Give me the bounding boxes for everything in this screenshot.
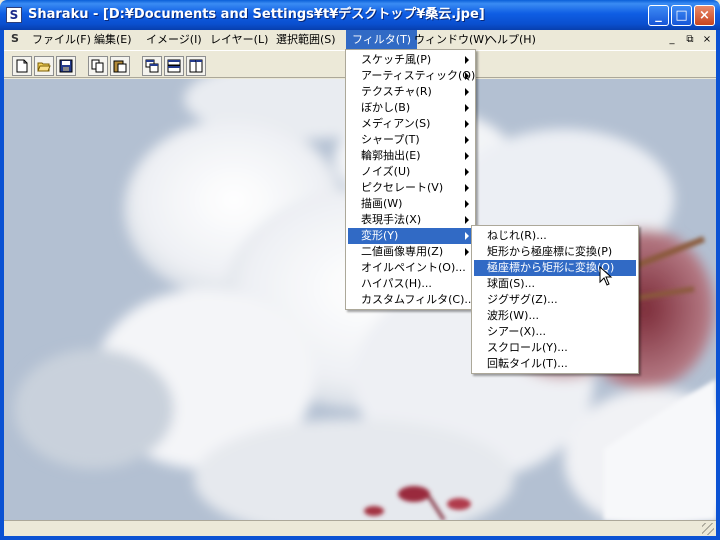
- mdi-close-button[interactable]: ×: [699, 33, 715, 47]
- document-icon[interactable]: S: [8, 32, 22, 46]
- tile-horizontal-button[interactable]: [164, 56, 184, 76]
- submenu-arrow-icon: [465, 88, 469, 96]
- transform-submenu: ねじれ(R)... 矩形から極座標に変換(P) 極座標から矩形に変換(Q) 球面…: [471, 225, 639, 374]
- submenu-arrow-icon: [465, 168, 469, 176]
- submenu-arrow-icon: [465, 136, 469, 144]
- copy-button[interactable]: [88, 56, 108, 76]
- submenu-arrow-icon: [465, 216, 469, 224]
- menu-edit[interactable]: 編集(E): [88, 30, 138, 49]
- submenu-arrow-icon: [465, 152, 469, 160]
- window-border-bottom: [0, 536, 720, 540]
- new-file-icon: [16, 59, 28, 73]
- submenu-arrow-icon: [465, 56, 469, 64]
- tile-vertical-icon: [189, 59, 203, 73]
- cascade-windows-icon: [145, 59, 159, 73]
- menu-help[interactable]: ヘルプ(H): [480, 30, 542, 49]
- minimize-button[interactable]: _: [648, 5, 669, 26]
- title-bar: S Sharaku - [D:¥Documents and Settings¥t…: [0, 0, 720, 30]
- transform-menu-item[interactable]: ねじれ(R)...: [474, 228, 636, 244]
- menu-filter[interactable]: フィルタ(T): [346, 30, 418, 49]
- submenu-arrow-icon: [465, 72, 469, 80]
- menu-file[interactable]: ファイル(F): [26, 30, 97, 49]
- tile-horizontal-icon: [167, 59, 181, 73]
- transform-menu-item[interactable]: 矩形から極座標に変換(P): [474, 244, 636, 260]
- window-title: Sharaku - [D:¥Documents and Settings¥t¥デ…: [28, 7, 485, 22]
- mdi-minimize-button[interactable]: _: [664, 33, 680, 47]
- menu-selection[interactable]: 選択範囲(S): [270, 30, 342, 49]
- transform-menu-item[interactable]: シアー(X)...: [474, 324, 636, 340]
- mouse-pointer-icon: [599, 266, 613, 286]
- filter-menu-item[interactable]: メディアン(S): [348, 116, 473, 132]
- submenu-arrow-icon: [465, 232, 469, 240]
- resize-grip-icon[interactable]: [702, 523, 714, 535]
- filter-menu-item[interactable]: ノイズ(U): [348, 164, 473, 180]
- filter-menu-item[interactable]: シャープ(T): [348, 132, 473, 148]
- filter-menu-item[interactable]: ピクセレート(V): [348, 180, 473, 196]
- filter-menu-item[interactable]: ハイパス(H)...: [348, 276, 473, 292]
- tile-vertical-button[interactable]: [186, 56, 206, 76]
- cascade-windows-button[interactable]: [142, 56, 162, 76]
- submenu-arrow-icon: [465, 184, 469, 192]
- filter-menu-item[interactable]: 二値画像専用(Z): [348, 244, 473, 260]
- filter-menu-item[interactable]: 描画(W): [348, 196, 473, 212]
- filter-menu-item[interactable]: 表現手法(X): [348, 212, 473, 228]
- filter-menu-item[interactable]: カスタムフィルタ(C)...: [348, 292, 475, 308]
- filter-menu-item[interactable]: オイルペイント(O)...: [348, 260, 473, 276]
- status-bar: [4, 520, 716, 536]
- submenu-arrow-icon: [465, 104, 469, 112]
- copy-icon: [91, 59, 104, 73]
- save-button[interactable]: [56, 56, 76, 76]
- filter-menu-item[interactable]: テクスチャ(R): [348, 84, 473, 100]
- filter-menu: スケッチ風(P) アーティスティック(Q) テクスチャ(R) ぼかし(B) メデ…: [345, 49, 476, 310]
- window-border-right: [716, 30, 720, 536]
- save-disk-icon: [59, 59, 73, 73]
- submenu-arrow-icon: [465, 248, 469, 256]
- menu-image[interactable]: イメージ(I): [140, 30, 208, 49]
- open-file-button[interactable]: [34, 56, 54, 76]
- open-folder-icon: [37, 62, 51, 72]
- transform-menu-item[interactable]: ジグザグ(Z)...: [474, 292, 636, 308]
- paste-button[interactable]: [110, 56, 130, 76]
- transform-menu-item[interactable]: 波形(W)...: [474, 308, 636, 324]
- filter-menu-item[interactable]: ぼかし(B): [348, 100, 473, 116]
- menu-bar: S ファイル(F) 編集(E) イメージ(I) レイヤー(L) 選択範囲(S) …: [4, 30, 716, 49]
- filter-menu-item[interactable]: スケッチ風(P): [348, 52, 473, 68]
- menu-layer[interactable]: レイヤー(L): [204, 30, 274, 49]
- submenu-arrow-icon: [465, 200, 469, 208]
- filter-menu-item-transform[interactable]: 変形(Y): [348, 228, 473, 244]
- transform-menu-item[interactable]: 回転タイル(T)...: [474, 356, 636, 372]
- submenu-arrow-icon: [465, 120, 469, 128]
- mdi-restore-button[interactable]: ⧉: [682, 33, 698, 47]
- filter-menu-item[interactable]: 輪郭抽出(E): [348, 148, 473, 164]
- maximize-button[interactable]: □: [671, 5, 692, 26]
- new-file-button[interactable]: [12, 56, 32, 76]
- close-button[interactable]: ×: [694, 5, 715, 26]
- paste-icon: [113, 60, 127, 73]
- app-icon[interactable]: S: [6, 7, 22, 23]
- filter-menu-item[interactable]: アーティスティック(Q): [348, 68, 475, 84]
- transform-menu-item[interactable]: スクロール(Y)...: [474, 340, 636, 356]
